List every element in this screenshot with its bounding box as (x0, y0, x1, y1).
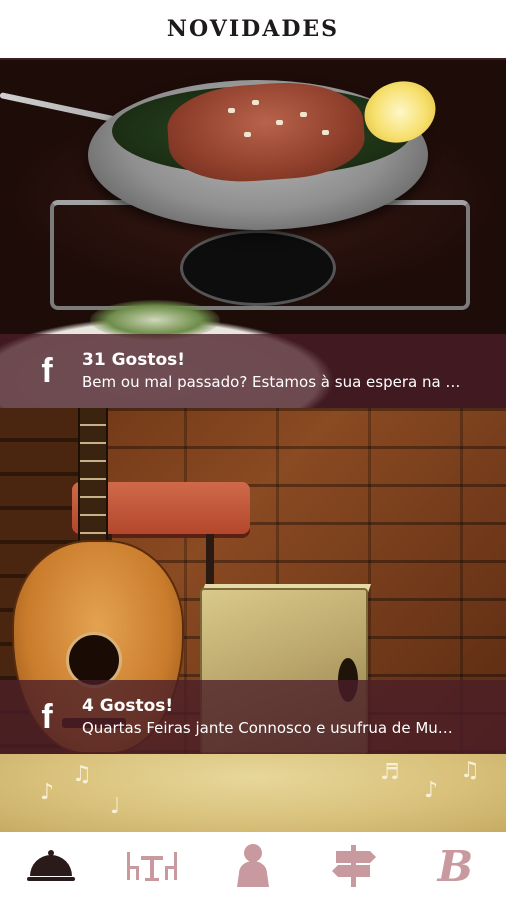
music-note-icon: ♪ (424, 778, 439, 803)
post-caption[interactable]: f 4 Gostos! Quartas Feiras jante Connosc… (0, 680, 506, 754)
tab-news[interactable] (11, 836, 91, 896)
app-header: NOVIDADES (0, 0, 506, 60)
garlic-bit (300, 112, 307, 117)
music-note-icon: ♩ (110, 794, 121, 819)
music-note-icon: ♫ (72, 762, 92, 787)
tab-brand[interactable]: B (415, 836, 495, 896)
music-note-icon: ♬ (380, 760, 400, 785)
post-message: Quartas Feiras jante Connosco e usufrua … (82, 719, 453, 737)
post-message: Bem ou mal passado? Estamos à sua espera… (82, 373, 461, 391)
dining-table-icon (126, 852, 177, 881)
likes-count: 4 Gostos! (82, 696, 174, 716)
garlic-bit (276, 120, 283, 125)
news-post[interactable]: f 4 Gostos! Quartas Feiras jante Connosc… (0, 408, 506, 754)
facebook-icon: f (41, 697, 53, 736)
cloche-icon (26, 850, 75, 881)
post-image-music-notes: ♪ ♫ ♩ ♬ ♪ ♫ (0, 754, 506, 832)
news-feed[interactable]: f 31 Gostos! Bem ou mal passado? Estamos… (0, 60, 506, 832)
news-post[interactable]: ♪ ♫ ♩ ♬ ♪ ♫ (0, 754, 506, 832)
signpost-icon (332, 845, 377, 887)
garlic-bit (244, 132, 251, 137)
facebook-icon: f (41, 351, 53, 390)
burner-image (180, 230, 336, 306)
tab-menu[interactable] (112, 836, 192, 896)
garlic-bit (228, 108, 235, 113)
garlic-bit (322, 130, 329, 135)
music-note-icon: ♪ (40, 780, 55, 805)
likes-count: 31 Gostos! (82, 350, 186, 370)
bottom-tab-bar: B (0, 832, 506, 900)
tab-directions[interactable] (314, 836, 394, 896)
news-post[interactable]: f 31 Gostos! Bem ou mal passado? Estamos… (0, 60, 506, 408)
page-title: NOVIDADES (166, 16, 340, 42)
garlic-bit (252, 100, 259, 105)
person-icon (236, 844, 269, 887)
music-note-icon: ♫ (460, 758, 480, 783)
brand-b-icon: B (437, 841, 474, 891)
tab-profile[interactable] (213, 836, 293, 896)
post-caption[interactable]: f 31 Gostos! Bem ou mal passado? Estamos… (0, 334, 506, 408)
